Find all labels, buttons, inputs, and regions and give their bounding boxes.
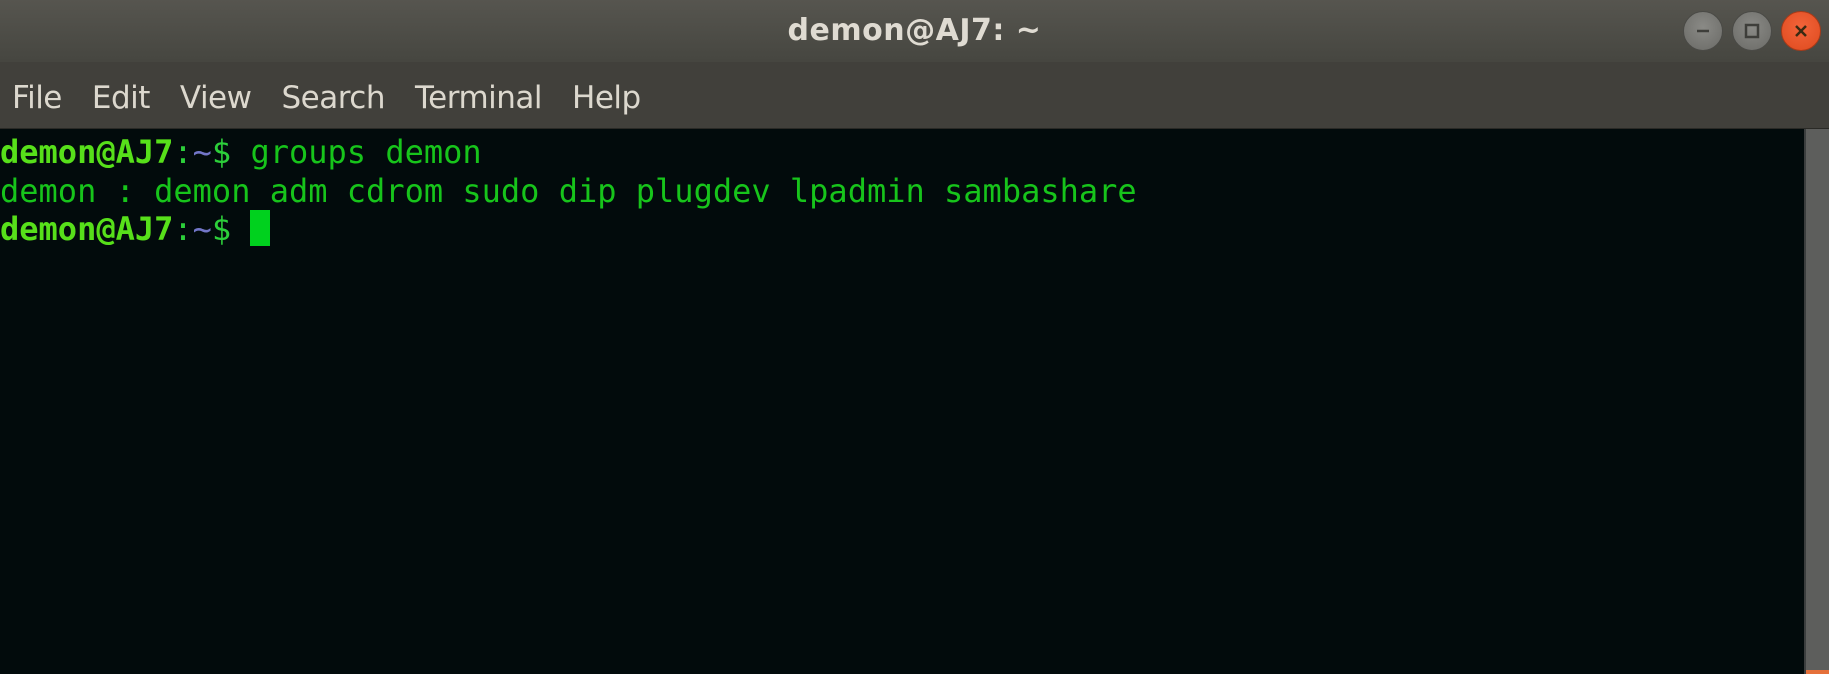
output-text: demon : demon adm cdrom sudo dip plugdev… bbox=[0, 171, 1137, 210]
output-line: demon : demon adm cdrom sudo dip plugdev… bbox=[0, 172, 1804, 211]
menu-terminal[interactable]: Terminal bbox=[403, 80, 556, 116]
menu-file[interactable]: File bbox=[0, 80, 76, 116]
prompt-symbol: $ bbox=[211, 210, 232, 248]
prompt-path: ~ bbox=[192, 210, 212, 248]
maximize-button[interactable] bbox=[1732, 11, 1772, 51]
window-controls bbox=[1683, 11, 1821, 51]
command-text: groups demon bbox=[231, 133, 482, 171]
prompt-colon: : bbox=[173, 133, 193, 171]
menu-help[interactable]: Help bbox=[560, 80, 655, 116]
prompt-user-host: demon@AJ7 bbox=[0, 210, 174, 248]
minimize-button[interactable] bbox=[1683, 11, 1723, 51]
close-icon bbox=[1795, 25, 1807, 37]
active-prompt-line: demon@AJ7:~$ bbox=[0, 210, 1804, 249]
window-title: demon@AJ7: ~ bbox=[787, 12, 1042, 48]
prompt-user-host: demon@AJ7 bbox=[0, 133, 174, 171]
scrollbar-accent bbox=[1806, 670, 1829, 674]
minimize-icon bbox=[1697, 29, 1709, 33]
menu-search[interactable]: Search bbox=[270, 80, 400, 116]
prompt-colon: : bbox=[173, 210, 193, 248]
text-cursor bbox=[250, 210, 271, 246]
vertical-scrollbar[interactable] bbox=[1804, 129, 1829, 674]
terminal-output[interactable]: demon@AJ7:~$ groups demon demon : demon … bbox=[0, 129, 1804, 674]
prompt-path: ~ bbox=[192, 133, 212, 171]
menu-bar: File Edit View Search Terminal Help bbox=[0, 62, 1829, 129]
command-line: demon@AJ7:~$ groups demon bbox=[0, 133, 1804, 172]
close-button[interactable] bbox=[1781, 11, 1821, 51]
prompt-symbol: $ bbox=[211, 133, 232, 171]
maximize-icon bbox=[1744, 23, 1760, 39]
title-bar[interactable]: demon@AJ7: ~ bbox=[0, 0, 1829, 62]
terminal-window: demon@AJ7: ~ File Edit View Search Termi… bbox=[0, 0, 1829, 674]
command-input[interactable] bbox=[231, 210, 250, 248]
menu-edit[interactable]: Edit bbox=[80, 80, 164, 116]
menu-view[interactable]: View bbox=[168, 80, 266, 116]
